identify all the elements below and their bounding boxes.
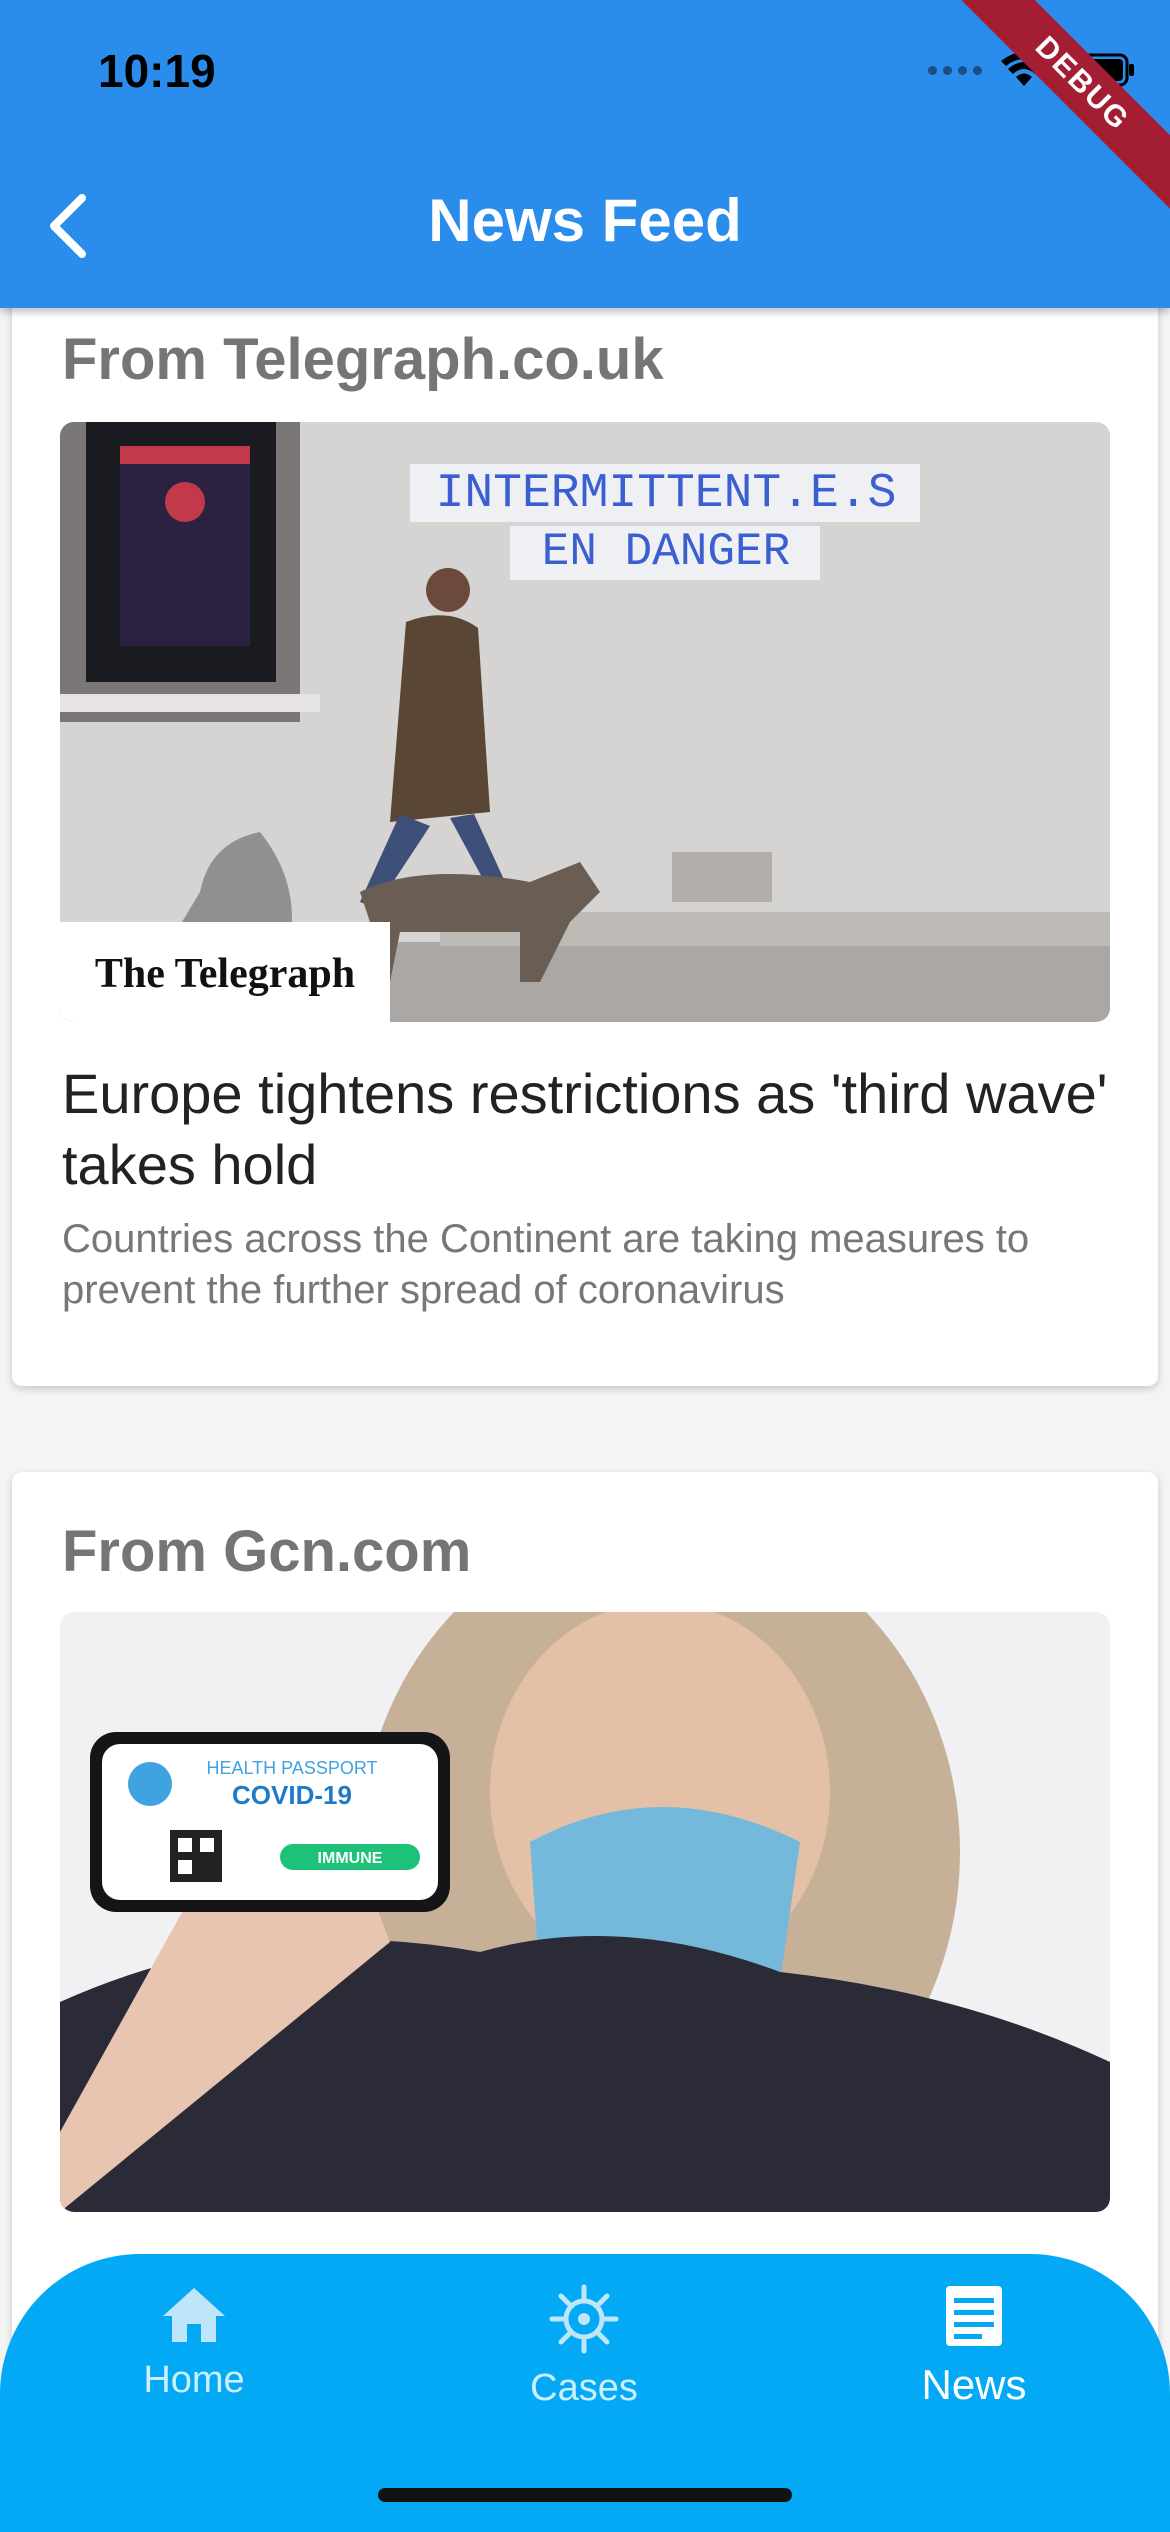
page-title: News Feed [428,187,742,254]
svg-text:HEALTH PASSPORT: HEALTH PASSPORT [206,1758,377,1778]
home-icon [163,2288,225,2342]
nav-label-home: Home [143,2359,245,2401]
svg-text:EN DANGER: EN DANGER [542,526,790,578]
article-description: Countries across the Continent are takin… [62,1217,1030,1312]
virus-icon [549,2284,619,2354]
svg-text:COVID-19: COVID-19 [232,1780,352,1810]
nav-label-cases: Cases [530,2367,638,2409]
nav-item-news[interactable]: News [864,2284,1084,2409]
signal-icon [928,65,982,75]
nav-item-home[interactable]: Home [84,2284,304,2402]
article-image: HEALTH PASSPORT COVID-19 IMMUNE [60,1612,1110,2212]
nav-label-news: News [921,2361,1027,2408]
app-bar: 10:19 News Feed DEBUG [0,0,1170,308]
article-image: INTERMITTENT.E.S EN DANGER The Telegraph [60,422,1110,1022]
nav-item-cases[interactable]: Cases [474,2284,694,2410]
telegraph-logo: The Telegraph [95,951,355,997]
article-source: From Gcn.com [62,1519,472,1584]
news-icon [946,2286,1002,2346]
article-source: From Telegraph.co.uk [62,327,664,392]
article-headline: Europe tightens restrictions as 'third w… [62,1062,1108,1196]
status-time: 10:19 [98,45,216,97]
news-card[interactable]: From Telegraph.co.uk INTERMITTENT.E.S EN… [12,260,1158,1386]
svg-text:IMMUNE: IMMUNE [318,1850,383,1867]
home-indicator [378,2488,792,2502]
svg-text:INTERMITTENT.E.S: INTERMITTENT.E.S [436,467,897,521]
